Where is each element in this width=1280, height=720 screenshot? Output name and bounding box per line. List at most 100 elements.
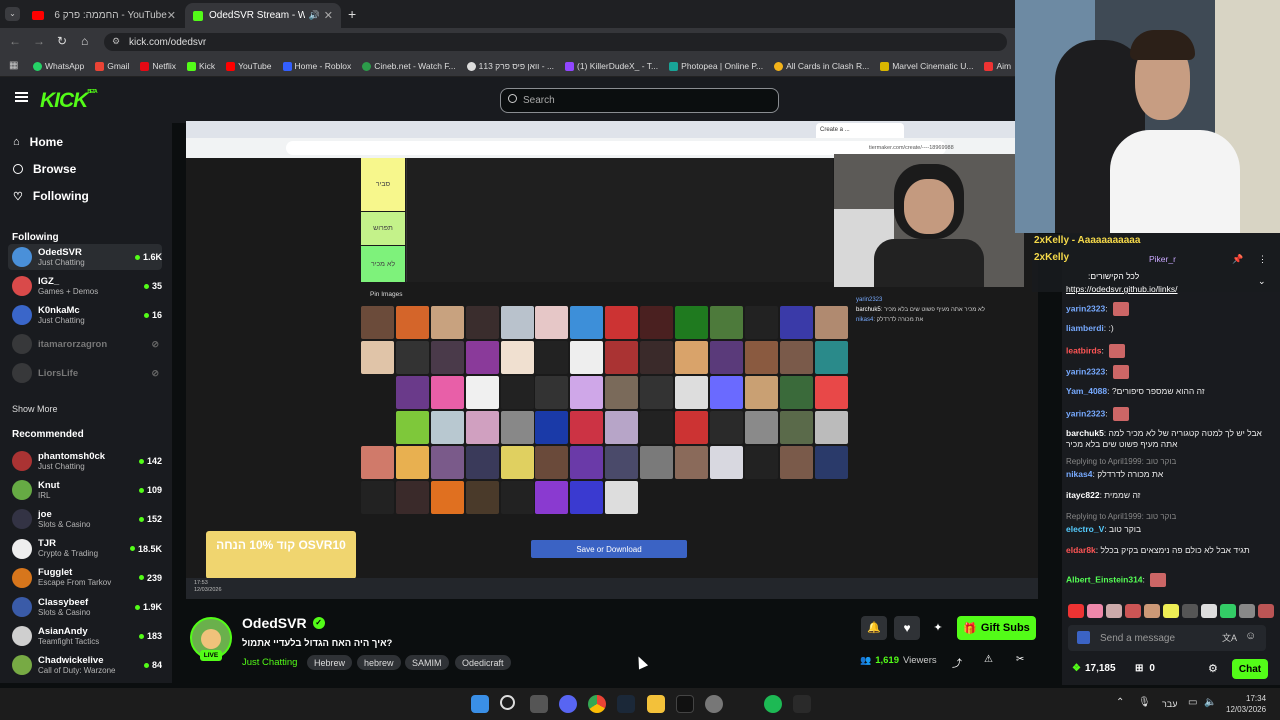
- following-channel[interactable]: itamarorzagron ⊘: [8, 331, 162, 357]
- clip-icon[interactable]: ✂: [1016, 654, 1024, 665]
- tier-item-image[interactable]: [640, 446, 674, 479]
- task-view-icon[interactable]: [530, 695, 548, 713]
- tier-item-image[interactable]: [814, 341, 848, 374]
- steam-icon[interactable]: [617, 695, 635, 713]
- tier-item-image[interactable]: [640, 411, 674, 444]
- tier-item-image[interactable]: [605, 411, 639, 444]
- tier-item-image[interactable]: [395, 481, 429, 514]
- home-icon[interactable]: ⌂: [81, 34, 88, 48]
- tier-item-image[interactable]: [430, 446, 464, 479]
- tier-item-image[interactable]: [361, 306, 394, 339]
- streamer-name[interactable]: OdedSVR ✓: [242, 615, 325, 631]
- bookmark-kick[interactable]: Kick: [187, 61, 215, 71]
- chevron-up-icon[interactable]: ⌃: [1116, 697, 1124, 708]
- recommended-channel[interactable]: joe Slots & Casino 152: [8, 506, 162, 532]
- more-icon[interactable]: ⋮: [1258, 254, 1267, 265]
- tier-item-image[interactable]: [675, 341, 709, 374]
- obs-icon[interactable]: [705, 695, 723, 713]
- tier-item-image[interactable]: [675, 411, 709, 444]
- save-download-button[interactable]: Save or Download: [531, 540, 687, 558]
- tier-item-image[interactable]: [709, 341, 743, 374]
- following-channel[interactable]: OdedSVR Just Chatting 1.6K: [8, 244, 162, 270]
- tier-item-image[interactable]: [361, 446, 394, 479]
- tier-item-image[interactable]: [675, 446, 709, 479]
- search-input[interactable]: Search: [500, 88, 779, 113]
- sparkle-icon[interactable]: ✦: [927, 616, 949, 640]
- tier-item-image[interactable]: [465, 376, 499, 409]
- recommended-channel[interactable]: Chadwickelive Call of Duty: Warzone 84: [8, 652, 162, 678]
- tier-item-image[interactable]: [744, 306, 778, 339]
- tier-item-image[interactable]: [395, 376, 429, 409]
- url-field[interactable]: ⚙ kick.com/odedsvr: [104, 33, 1007, 51]
- close-icon[interactable]: ✕: [324, 9, 333, 22]
- chat-send-button[interactable]: Chat: [1232, 659, 1268, 679]
- bookmark-cineb[interactable]: Cineb.net - Watch F...: [362, 61, 456, 71]
- spotify-icon[interactable]: [764, 695, 782, 713]
- tier-item-image[interactable]: [535, 341, 569, 374]
- tier-item-image[interactable]: [814, 376, 848, 409]
- tier-item-image[interactable]: [675, 376, 709, 409]
- tier-item-image[interactable]: [570, 306, 604, 339]
- tier-item-image[interactable]: [675, 306, 709, 339]
- tier-item-image[interactable]: [570, 481, 604, 514]
- report-icon[interactable]: ⚠: [984, 654, 993, 665]
- bell-icon[interactable]: 🔔: [861, 616, 887, 640]
- tier-item-image[interactable]: [605, 481, 639, 514]
- tier-item-image[interactable]: [605, 376, 639, 409]
- tier-item-image[interactable]: [500, 341, 534, 374]
- tier-item-image[interactable]: [709, 446, 743, 479]
- tier-item-image[interactable]: [395, 446, 429, 479]
- tier-item-image[interactable]: [779, 306, 813, 339]
- tab-youtube[interactable]: YouTube - החממה: פרק 6 ✕: [24, 3, 184, 28]
- tier-item-image[interactable]: [779, 411, 813, 444]
- site-info-icon[interactable]: ⚙: [112, 36, 120, 47]
- tier-item-image[interactable]: [361, 376, 394, 409]
- gear-icon[interactable]: ⚙: [1208, 662, 1218, 675]
- tier-item-image[interactable]: [465, 341, 499, 374]
- bookmark-roblox[interactable]: Home - Roblox: [282, 61, 351, 71]
- recommended-channel[interactable]: TJR Crypto & Trading 18.5K: [8, 536, 162, 562]
- bookmark-gmail[interactable]: Gmail: [95, 61, 129, 71]
- tier-item-image[interactable]: [744, 411, 778, 444]
- tab-kick[interactable]: OdedSVR Stream - Watch L 🔊 ✕: [185, 3, 341, 28]
- volume-icon[interactable]: 🔈: [1204, 697, 1216, 708]
- tier-item-image[interactable]: [779, 376, 813, 409]
- network-icon[interactable]: ▭: [1188, 697, 1197, 708]
- tab-list-button[interactable]: ⌄: [5, 7, 20, 21]
- tier-item-image[interactable]: [814, 411, 848, 444]
- emote-picker-icon[interactable]: [1077, 631, 1090, 644]
- bookmark-whatsapp[interactable]: WhatsApp: [33, 61, 84, 71]
- tier-item-image[interactable]: [779, 341, 813, 374]
- recommended-channel[interactable]: AsianAndy Teamfight Tactics 183: [8, 623, 162, 649]
- tier-item-image[interactable]: [500, 411, 534, 444]
- heart-icon[interactable]: ♥: [894, 616, 920, 640]
- tier-item-image[interactable]: [570, 341, 604, 374]
- bookmark-netflix[interactable]: Netflix: [140, 61, 176, 71]
- tier-item-image[interactable]: [535, 481, 569, 514]
- new-tab-button[interactable]: +: [348, 6, 356, 22]
- emote-icon[interactable]: [1220, 604, 1236, 618]
- apps-icon[interactable]: ▦: [9, 60, 18, 71]
- emote-icon[interactable]: [1239, 604, 1255, 618]
- channel-points[interactable]: ❖ 17,185: [1072, 663, 1116, 674]
- tier-item-image[interactable]: [465, 306, 499, 339]
- emoji-icon[interactable]: ☺: [1245, 630, 1256, 642]
- discord-icon[interactable]: [559, 695, 577, 713]
- tier-item-image[interactable]: [430, 306, 464, 339]
- tier-item-image[interactable]: [744, 446, 778, 479]
- tier-item-image[interactable]: [814, 446, 848, 479]
- tier-item-image[interactable]: [570, 446, 604, 479]
- tier-item-image[interactable]: [605, 306, 639, 339]
- emote-icon[interactable]: [1106, 604, 1122, 618]
- tier-item-image[interactable]: [430, 376, 464, 409]
- tier-item-image[interactable]: [744, 341, 778, 374]
- category-link[interactable]: Just Chatting: [242, 655, 297, 670]
- emote-icon[interactable]: [1125, 604, 1141, 618]
- tier-item-image[interactable]: [430, 341, 464, 374]
- gift-subs-button[interactable]: 🎁 Gift Subs: [957, 616, 1036, 640]
- emote-icon[interactable]: [1182, 604, 1198, 618]
- tier-item-image[interactable]: [535, 306, 569, 339]
- tier-item-image[interactable]: [744, 376, 778, 409]
- tier-item-image[interactable]: [709, 306, 743, 339]
- emote-icon[interactable]: [1144, 604, 1160, 618]
